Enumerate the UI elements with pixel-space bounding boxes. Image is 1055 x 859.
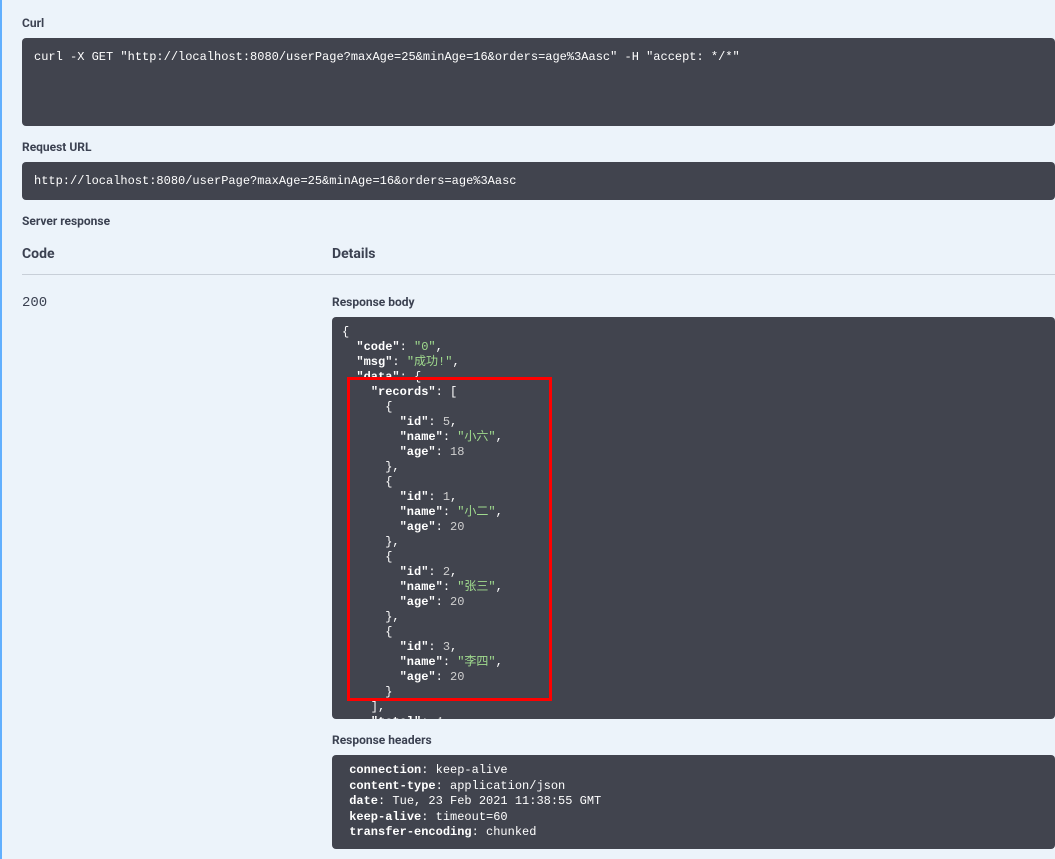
request-url-label: Request URL — [22, 140, 1055, 154]
status-code: 200 — [22, 289, 332, 849]
curl-command-block[interactable]: curl -X GET "http://localhost:8080/userP… — [22, 38, 1055, 126]
response-table-header: Code Details — [22, 246, 1055, 275]
request-url-block[interactable]: http://localhost:8080/userPage?maxAge=25… — [22, 162, 1055, 200]
response-body-block[interactable]: { "code": "0", "msg": "成功!", "data": { "… — [332, 317, 1055, 719]
code-header: Code — [22, 246, 332, 262]
swagger-response-panel: Curl curl -X GET "http://localhost:8080/… — [0, 0, 1055, 859]
details-header: Details — [332, 246, 1055, 262]
details-cell: Response body { "code": "0", "msg": "成功!… — [332, 289, 1055, 849]
response-table-row: 200 Response body { "code": "0", "msg": … — [22, 289, 1055, 849]
curl-label: Curl — [22, 16, 1055, 30]
server-response-label: Server response — [22, 214, 1055, 228]
response-body-label: Response body — [332, 295, 1055, 309]
records-highlight-box — [347, 377, 552, 701]
response-headers-label: Response headers — [332, 733, 1055, 747]
response-headers-block[interactable]: connection: keep-alive content-type: app… — [332, 755, 1055, 849]
